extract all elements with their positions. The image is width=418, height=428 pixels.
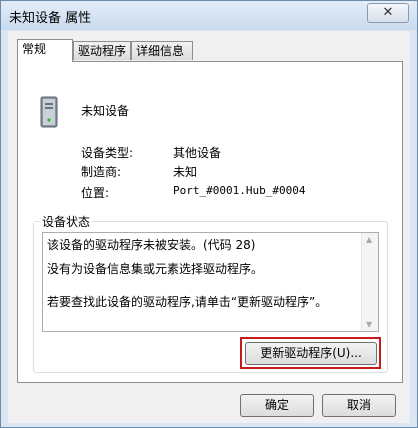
device-status-group: 设备状态 该设备的驱动程序未被安装。(代码 28) 没有为设备信息集或元素选择驱… [33,213,388,373]
tab-general[interactable]: 常规 [17,39,73,62]
device-type-label: 设备类型: [81,146,134,160]
general-tab-panel: 未知设备 设备类型: 其他设备 制造商: 未知 位置: Port_#0001.H… [17,61,403,383]
device-name: 未知设备 [81,104,130,118]
device-type-value: 其他设备 [173,146,222,160]
location-value: Port_#0001.Hub_#0004 [173,184,306,197]
tab-driver[interactable]: 驱动程序 [73,41,131,60]
window-title: 未知设备 属性 [9,11,92,26]
status-scrollbar[interactable]: ▲ ▼ [361,233,378,331]
device-status-textbox[interactable]: 该设备的驱动程序未被安装。(代码 28) 没有为设备信息集或元素选择驱动程序。 … [42,232,379,332]
manufacturer-value: 未知 [173,165,198,179]
device-status-legend: 设备状态 [40,213,93,230]
properties-dialog: 未知设备 属性 ✕ 常规 驱动程序 详细信息 未知设备 设备类型: 其他设备 制… [0,0,418,428]
manufacturer-label: 制造商: [81,165,122,179]
title-bar[interactable]: 未知设备 属性 ✕ [1,1,417,30]
dialog-client-area: 常规 驱动程序 详细信息 未知设备 设备类型: 其他设备 制造商: 未知 位置:… [8,31,410,423]
close-button[interactable]: ✕ [367,3,409,23]
status-line: 没有为设备信息集或元素选择驱动程序。 [47,262,264,276]
computer-tower-icon [40,96,58,128]
location-label: 位置: [81,186,110,200]
status-line: 该设备的驱动程序未被安装。(代码 28) [47,238,256,252]
ok-button[interactable]: 确定 [240,394,314,417]
scroll-up-icon[interactable]: ▲ [366,235,372,244]
update-driver-button[interactable]: 更新驱动程序(U)... [245,342,377,365]
status-line: 若要查找此设备的驱动程序,请单击“更新驱动程序”。 [47,295,328,309]
tab-details[interactable]: 详细信息 [131,41,193,60]
cancel-button[interactable]: 取消 [322,394,396,417]
scroll-down-icon[interactable]: ▼ [366,320,372,329]
close-icon: ✕ [382,5,394,20]
